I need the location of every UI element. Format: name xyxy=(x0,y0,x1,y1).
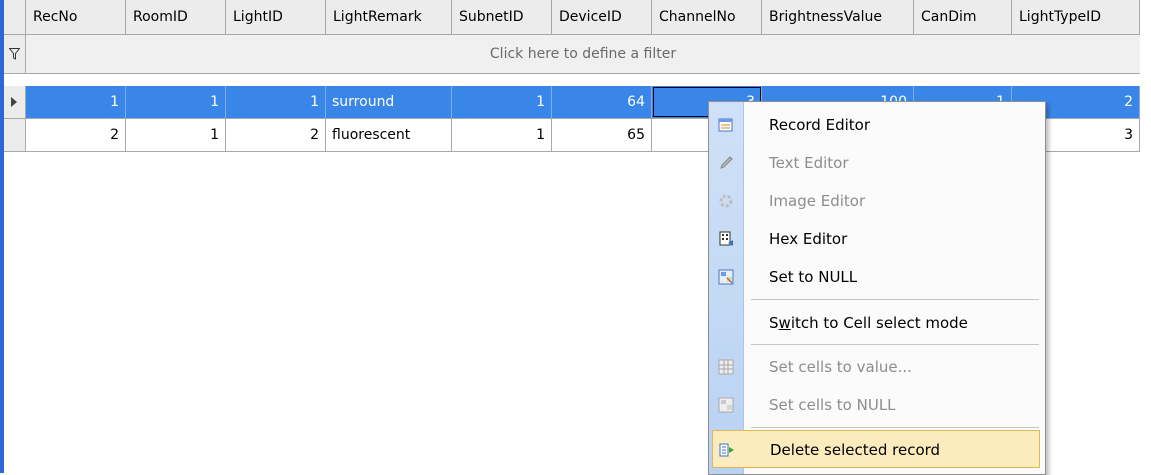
image-editor-icon xyxy=(719,194,733,208)
menu-item-label: Image Editor xyxy=(769,192,866,210)
menu-item-label: Set cells to NULL xyxy=(769,396,896,414)
set-null-icon xyxy=(718,269,734,285)
menu-separator xyxy=(751,299,1039,300)
cell-deviceid[interactable]: 65 xyxy=(552,119,652,151)
header-corner xyxy=(4,0,26,34)
column-header-lightremark[interactable]: LightRemark xyxy=(326,0,452,34)
menu-item-label: Hex Editor xyxy=(769,230,848,248)
filter-indicator xyxy=(4,35,26,73)
record-editor-icon xyxy=(718,118,733,132)
menu-item-label: Switch to Cell select mode xyxy=(769,314,968,332)
menu-item-set-to-null[interactable]: Set to NULL xyxy=(709,258,1045,296)
menu-item-label: Delete selected record xyxy=(770,441,941,459)
menu-separator xyxy=(751,344,1039,345)
menu-item-label: Set to NULL xyxy=(769,268,858,286)
cell-lightid[interactable]: 2 xyxy=(226,119,326,151)
filter-hint[interactable]: Click here to define a filter xyxy=(26,35,1140,73)
cell-lightid[interactable]: 1 xyxy=(226,86,326,118)
funnel-icon xyxy=(9,48,20,60)
column-header-deviceid[interactable]: DeviceID xyxy=(552,0,652,34)
context-menu: Record Editor Text Editor Image Editor H… xyxy=(708,101,1046,475)
column-header-roomid[interactable]: RoomID xyxy=(126,0,226,34)
cell-lightremark[interactable]: fluorescent xyxy=(326,119,452,151)
row-indicator xyxy=(4,119,26,151)
menu-item-delete-selected-record[interactable]: Delete selected record xyxy=(712,430,1040,468)
cell-recno[interactable]: 2 xyxy=(26,119,126,151)
cell-lightremark[interactable]: surround xyxy=(326,86,452,118)
menu-item-text-editor[interactable]: Text Editor xyxy=(709,144,1045,182)
menu-separator xyxy=(751,427,1039,428)
cell-roomid[interactable]: 1 xyxy=(126,119,226,151)
menu-item-label: Set cells to value... xyxy=(769,358,912,376)
cell-deviceid[interactable]: 64 xyxy=(552,86,652,118)
cell-recno[interactable]: 1 xyxy=(26,86,126,118)
column-header-candim[interactable]: CanDim xyxy=(914,0,1012,34)
set-cells-null-icon xyxy=(718,397,734,413)
cell-subnetid[interactable]: 1 xyxy=(452,119,552,151)
column-header-lighttypeid[interactable]: LightTypeID xyxy=(1012,0,1140,34)
menu-item-hex-editor[interactable]: Hex Editor xyxy=(709,220,1045,258)
cell-subnetid[interactable]: 1 xyxy=(452,86,552,118)
column-header-recno[interactable]: RecNo xyxy=(26,0,126,34)
menu-item-set-cells-to-null[interactable]: Set cells to NULL xyxy=(709,386,1045,424)
menu-item-switch-cell-select-mode[interactable]: Switch to Cell select mode xyxy=(709,304,1045,342)
menu-item-record-editor[interactable]: Record Editor xyxy=(709,106,1045,144)
menu-item-label: Record Editor xyxy=(769,116,870,134)
column-header-channelno[interactable]: ChannelNo xyxy=(652,0,762,34)
row-indicator xyxy=(4,86,26,118)
current-row-arrow-icon xyxy=(11,97,17,107)
column-header-subnetid[interactable]: SubnetID xyxy=(452,0,552,34)
grid-header: RecNo RoomID LightID LightRemark SubnetI… xyxy=(4,0,1140,35)
filter-row[interactable]: Click here to define a filter xyxy=(4,35,1140,74)
column-header-lightid[interactable]: LightID xyxy=(226,0,326,34)
hex-editor-icon xyxy=(719,231,733,246)
menu-item-image-editor[interactable]: Image Editor xyxy=(709,182,1045,220)
menu-item-set-cells-to-value[interactable]: Set cells to value... xyxy=(709,348,1045,386)
pencil-icon xyxy=(720,156,733,169)
column-header-brightnessvalue[interactable]: BrightnessValue xyxy=(762,0,914,34)
set-cells-value-icon xyxy=(718,359,734,375)
menu-item-label: Text Editor xyxy=(769,154,849,172)
delete-record-icon xyxy=(719,443,734,457)
cell-roomid[interactable]: 1 xyxy=(126,86,226,118)
